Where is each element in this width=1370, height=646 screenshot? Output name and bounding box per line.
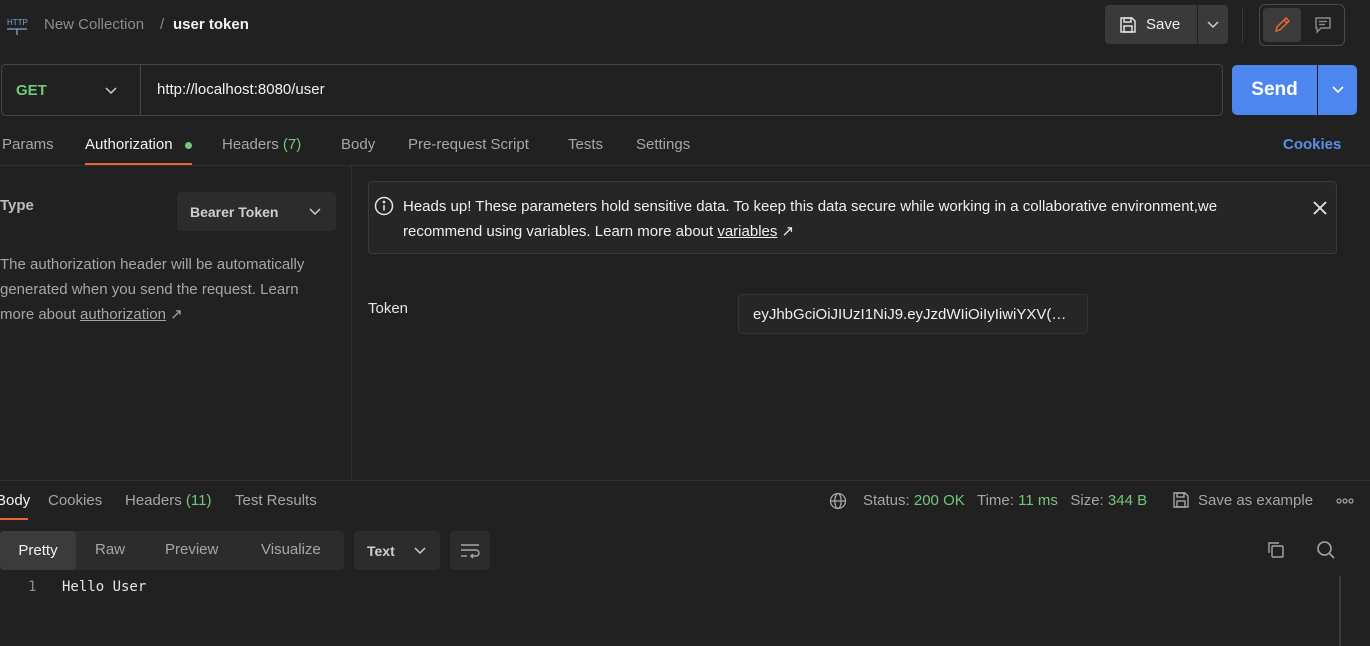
svg-text:HTTP: HTTP [7,18,28,27]
http-icon: HTTP [6,14,30,36]
wrap-icon [459,543,481,559]
breadcrumb-collection[interactable]: New Collection [44,16,144,33]
format-value: Text [367,542,395,559]
response-headers-count: (11) [185,492,212,509]
tab-authorization[interactable]: Authorization [85,136,173,153]
status-label: Status: [863,492,910,509]
request-name[interactable]: user token [173,16,249,33]
chevron-down-icon [308,205,322,219]
tab-headers-count: (7) [282,136,302,153]
divider [1242,8,1243,42]
divider [351,166,352,480]
tab-headers-label: Headers [222,136,279,153]
tab-tests[interactable]: Tests [568,136,603,153]
copy-icon[interactable] [1266,540,1286,560]
send-button[interactable]: Send [1232,65,1317,115]
external-link-icon: ↗ [781,223,795,240]
line-number: 1 [28,579,37,595]
response-headers-label: Headers [125,492,182,509]
alert-text: Heads up! These parameters hold sensitiv… [403,198,1218,240]
modified-dot [185,142,192,149]
wrap-lines-button[interactable] [450,531,490,570]
comments-button[interactable] [1305,8,1341,42]
tab-settings[interactable]: Settings [636,136,690,153]
send-options-button[interactable] [1318,65,1357,115]
response-tab-headers[interactable]: Headers (11) [125,492,211,509]
auth-type-select[interactable]: Bearer Token [177,192,336,231]
search-icon[interactable] [1316,540,1336,560]
chevron-down-icon[interactable] [104,83,118,97]
close-icon[interactable] [1311,199,1329,217]
tab-headers[interactable]: Headers (7) [222,136,301,153]
globe-icon[interactable] [829,492,847,510]
external-link-icon: ↗ [170,306,183,323]
save-button[interactable]: Save [1105,5,1197,44]
format-select[interactable]: Text [354,531,440,570]
chevron-down-icon [1331,85,1345,95]
save-icon[interactable] [1172,491,1190,509]
response-tab-cookies[interactable]: Cookies [48,492,102,509]
time-label: Time: [976,492,1014,509]
status-value[interactable]: 200 OK [914,492,965,509]
pencil-icon [1273,16,1291,34]
token-label: Token [368,300,409,317]
tab-body[interactable]: Body [341,136,375,153]
authorization-link[interactable]: authorization [80,306,166,323]
url-input[interactable]: http://localhost:8080/user [157,81,325,98]
auth-type-value: Bearer Token [190,203,279,220]
more-options-icon[interactable] [1336,498,1354,504]
scrollbar[interactable] [1339,576,1341,646]
token-input[interactable]: eyJhbGciOiJIUzI1NiJ9.eyJzdWIiOiIyIiwiYXV… [738,294,1088,334]
save-icon [1119,16,1137,34]
save-as-example-button[interactable]: Save as example [1198,492,1313,509]
time-value[interactable]: 11 ms [1018,492,1058,509]
divider [0,165,1370,166]
view-raw-button[interactable]: Raw [95,541,125,558]
tab-pre-request-script[interactable]: Pre-request Script [408,136,529,153]
comment-icon [1314,16,1332,34]
view-visualize-button[interactable]: Visualize [261,541,321,558]
breadcrumb-separator: / [160,16,165,33]
method-select[interactable]: GET [16,82,47,99]
cookies-link[interactable]: Cookies [1283,136,1341,153]
alert-message: Heads up! These parameters hold sensitiv… [403,194,1283,244]
tab-params[interactable]: Params [2,136,54,153]
divider [140,65,141,115]
view-preview-button[interactable]: Preview [165,541,218,558]
chevron-down-icon [414,545,426,557]
size-value[interactable]: 344 B [1108,492,1147,509]
divider [0,480,1370,481]
auth-type-label: Type [0,197,34,214]
edit-mode-button[interactable] [1263,8,1301,42]
response-meta: Status: 200 OK Time: 11 ms Size: 344 B [863,492,1147,509]
auth-description: The authorization header will be automat… [0,252,335,327]
view-pretty-button[interactable]: Pretty [0,531,76,570]
size-label: Size: [1070,492,1104,509]
response-tab-body[interactable]: Body [0,492,30,509]
response-tab-test-results[interactable]: Test Results [235,492,317,509]
response-body-line[interactable]: Hello User [62,579,146,595]
info-icon [374,196,394,216]
save-label: Save [1146,16,1181,33]
variables-link[interactable]: variables [717,223,777,240]
chevron-down-icon [1207,20,1219,29]
active-tab-indicator [0,518,28,520]
save-options-button[interactable] [1198,5,1228,44]
